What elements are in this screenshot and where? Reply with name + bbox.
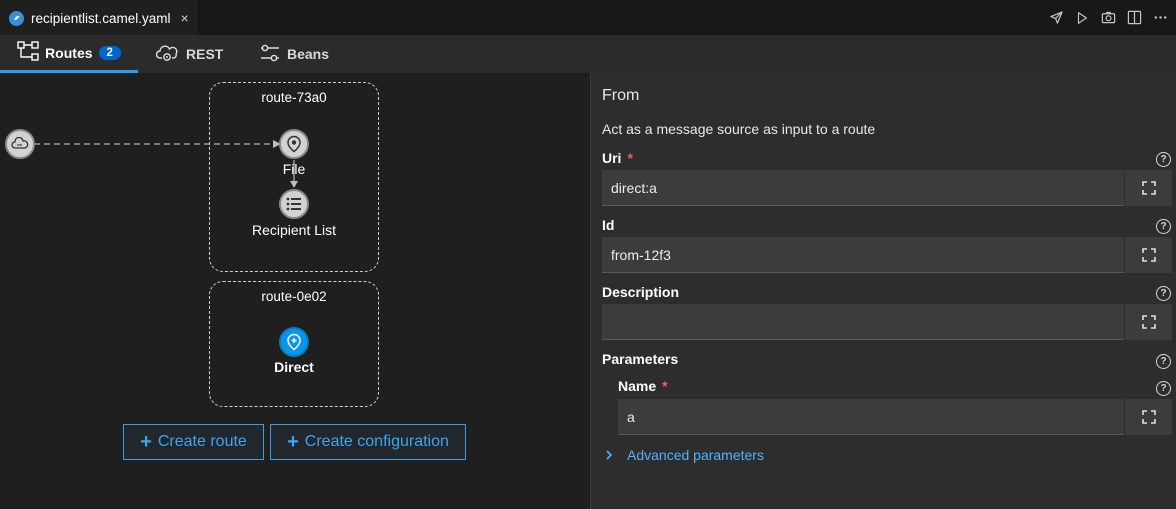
- chevron-right-icon: [605, 447, 613, 463]
- help-icon[interactable]: ?: [1156, 219, 1171, 234]
- split-editor-icon[interactable]: [1126, 10, 1142, 26]
- routes-count-badge: 2: [98, 45, 121, 60]
- parameters-label: Parameters: [602, 351, 679, 367]
- help-icon[interactable]: ?: [1156, 354, 1171, 369]
- help-icon[interactable]: ?: [1156, 286, 1171, 301]
- direct-node[interactable]: [279, 327, 309, 357]
- editor-tab-bar: recipientlist.camel.yaml ×: [0, 0, 1176, 35]
- panel-title: From: [602, 87, 640, 104]
- tab-routes[interactable]: Routes 2: [0, 35, 138, 73]
- uri-label-text: Uri: [602, 150, 622, 166]
- recipient-list-node-label: Recipient List: [251, 222, 337, 238]
- route-title: route-73a0: [261, 90, 327, 105]
- close-icon[interactable]: ×: [181, 10, 189, 26]
- create-route-label: Create route: [157, 433, 247, 450]
- run-icon[interactable]: [1074, 10, 1090, 26]
- required-marker: *: [662, 378, 668, 394]
- route-group-73a0[interactable]: route-73a0: [209, 82, 379, 272]
- cloud-gear-icon: [155, 43, 180, 66]
- description-label: Description: [602, 284, 680, 300]
- id-field[interactable]: [602, 237, 1124, 273]
- editor-tab[interactable]: recipientlist.camel.yaml ×: [0, 0, 198, 35]
- plus-icon: +: [140, 431, 152, 453]
- expand-icon[interactable]: [1124, 304, 1172, 340]
- expand-icon[interactable]: [1124, 170, 1172, 206]
- panel-description: Act as a message source as input to a ro…: [602, 121, 876, 137]
- routes-icon: [17, 41, 39, 64]
- description-field[interactable]: [602, 304, 1124, 340]
- help-icon[interactable]: ?: [1156, 381, 1171, 396]
- id-label: Id: [602, 217, 615, 233]
- name-label-text: Name: [618, 378, 657, 394]
- required-marker: *: [627, 150, 633, 166]
- uri-field[interactable]: [602, 170, 1124, 206]
- camel-file-icon: [9, 10, 24, 26]
- help-icon[interactable]: ?: [1156, 152, 1171, 167]
- advanced-parameters-toggle[interactable]: Advanced parameters: [605, 447, 764, 463]
- file-node[interactable]: [279, 129, 309, 159]
- file-node-label: File: [282, 161, 306, 177]
- camera-icon[interactable]: [1100, 10, 1116, 26]
- tab-rest[interactable]: REST: [155, 35, 224, 73]
- route-title: route-0e02: [261, 289, 327, 304]
- tab-beans-label: Beans: [287, 46, 330, 62]
- sliders-icon: [259, 43, 281, 66]
- recipient-list-node[interactable]: [279, 189, 309, 219]
- view-nav: Routes 2 REST Beans: [0, 35, 1176, 73]
- direct-node-label: Direct: [274, 359, 314, 375]
- more-actions-icon[interactable]: [1152, 10, 1168, 26]
- plus-icon: +: [287, 431, 299, 453]
- tab-rest-label: REST: [186, 46, 224, 62]
- name-label: Name *: [618, 378, 668, 394]
- create-configuration-label: Create configuration: [304, 433, 449, 450]
- name-field[interactable]: [618, 399, 1124, 435]
- expand-icon[interactable]: [1124, 399, 1172, 435]
- editor-tab-title: recipientlist.camel.yaml: [31, 10, 171, 26]
- advanced-parameters-label: Advanced parameters: [627, 447, 764, 463]
- source-cloud-node[interactable]: [5, 129, 35, 159]
- editor-actions: [1048, 0, 1168, 35]
- create-route-button[interactable]: + Create route: [123, 424, 264, 460]
- deploy-icon[interactable]: [1048, 10, 1064, 26]
- expand-icon[interactable]: [1124, 237, 1172, 273]
- properties-panel: From Act as a message source as input to…: [590, 73, 1176, 509]
- create-configuration-button[interactable]: + Create configuration: [270, 424, 466, 460]
- tab-beans[interactable]: Beans: [259, 35, 329, 73]
- uri-label: Uri *: [602, 150, 633, 166]
- tab-routes-label: Routes: [45, 44, 93, 61]
